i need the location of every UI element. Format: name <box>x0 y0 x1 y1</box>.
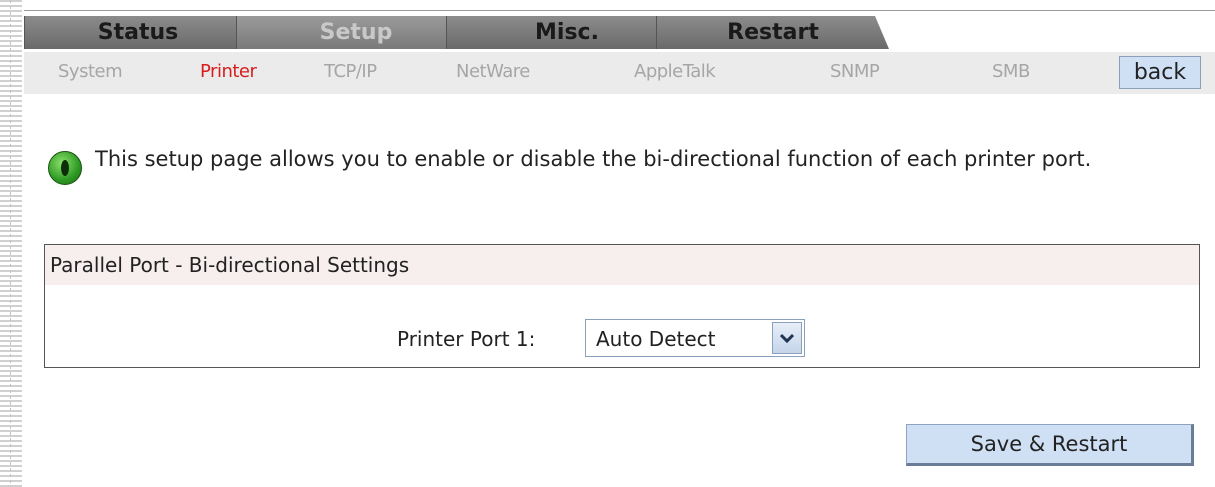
subnav-system[interactable]: System <box>58 61 123 82</box>
settings-header: Parallel Port - Bi-directional Settings <box>45 245 1199 285</box>
settings-panel: Parallel Port - Bi-directional Settings … <box>44 244 1200 368</box>
subnav-appletalk[interactable]: AppleTalk <box>634 61 716 82</box>
chevron-down-icon[interactable] <box>772 322 802 354</box>
subnav-smb[interactable]: SMB <box>992 61 1030 82</box>
tab-restart[interactable]: Restart <box>656 16 889 49</box>
subnav-printer[interactable]: Printer <box>200 61 257 82</box>
subnav-snmp[interactable]: SNMP <box>830 61 880 82</box>
tab-bar-line <box>24 10 1215 11</box>
sub-nav: System Printer TCP/IP NetWare AppleTalk … <box>24 52 1215 94</box>
info-text: This setup page allows you to enable or … <box>95 147 1092 171</box>
tab-misc[interactable]: Misc. <box>446 16 687 49</box>
save-restart-button[interactable]: Save & Restart <box>906 424 1194 466</box>
printer-port-select[interactable]: Auto Detect <box>585 319 805 357</box>
subnav-tcpip[interactable]: TCP/IP <box>324 61 377 82</box>
back-button[interactable]: back <box>1119 56 1201 89</box>
main-tabs: Status Setup Misc. Restart <box>24 10 1215 48</box>
info-icon <box>48 151 82 185</box>
tab-status[interactable]: Status <box>24 16 251 49</box>
left-gutter <box>0 0 22 487</box>
subnav-netware[interactable]: NetWare <box>456 61 530 82</box>
page: Status Setup Misc. Restart System Printe… <box>0 0 1215 487</box>
printer-port-label: Printer Port 1: <box>397 327 536 351</box>
printer-port-value: Auto Detect <box>596 327 716 351</box>
tab-setup[interactable]: Setup <box>236 16 475 49</box>
